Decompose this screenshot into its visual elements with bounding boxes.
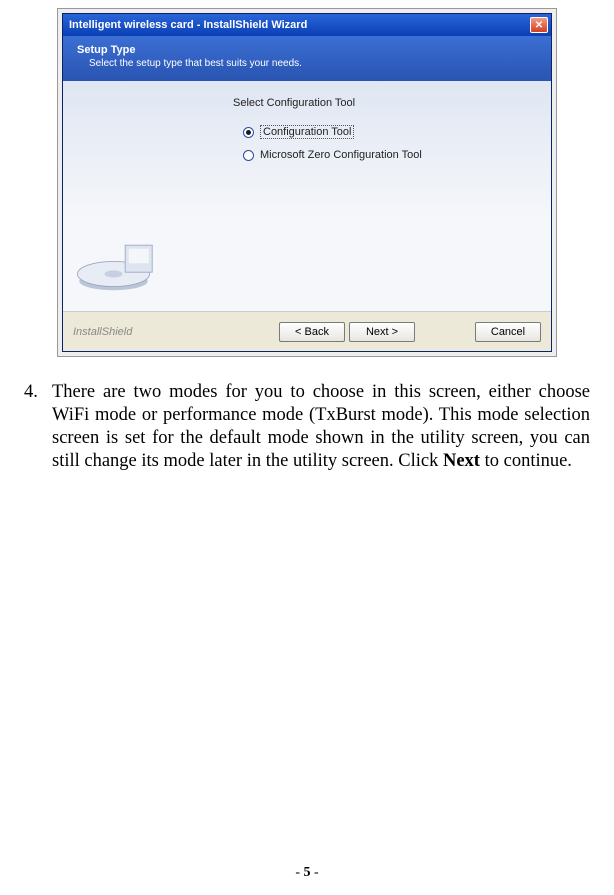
wizard-header: Setup Type Select the setup type that be…	[63, 36, 551, 81]
wizard-container: Intelligent wireless card - InstallShiel…	[57, 8, 557, 357]
text-part-2: to continue.	[480, 451, 572, 471]
radio-option-ms-zero[interactable]: Microsoft Zero Configuration Tool	[243, 149, 422, 161]
instruction-text: There are two modes for you to choose in…	[52, 381, 590, 474]
close-button[interactable]: ✕	[530, 17, 548, 33]
cancel-button[interactable]: Cancel	[475, 322, 541, 342]
radio-label: Microsoft Zero Configuration Tool	[260, 149, 422, 161]
wizard-footer: InstallShield < Back Next > Cancel	[63, 311, 551, 351]
radio-icon	[243, 150, 254, 161]
back-button[interactable]: < Back	[279, 322, 345, 342]
wizard-window: Intelligent wireless card - InstallShiel…	[62, 13, 552, 352]
radio-option-config-tool[interactable]: Configuration Tool	[243, 125, 422, 139]
instruction-paragraph: 4. There are two modes for you to choose…	[24, 381, 590, 474]
window-titlebar: Intelligent wireless card - InstallShiel…	[63, 14, 551, 36]
setup-type-subtitle: Select the setup type that best suits yo…	[89, 58, 537, 69]
radio-label: Configuration Tool	[260, 125, 354, 139]
next-button[interactable]: Next >	[349, 322, 415, 342]
page-number: - 5 -	[0, 865, 614, 881]
text-bold-next: Next	[443, 451, 480, 471]
radio-group: Configuration Tool Microsoft Zero Config…	[243, 125, 422, 161]
cd-artwork-icon	[73, 211, 163, 301]
close-icon: ✕	[535, 20, 543, 31]
installshield-brand: InstallShield	[73, 326, 132, 338]
radio-icon	[243, 127, 254, 138]
section-label: Select Configuration Tool	[233, 97, 355, 109]
setup-type-title: Setup Type	[77, 44, 537, 56]
window-title: Intelligent wireless card - InstallShiel…	[69, 19, 530, 31]
list-number: 4.	[24, 381, 52, 474]
wizard-body: Select Configuration Tool Configuration …	[63, 81, 551, 311]
